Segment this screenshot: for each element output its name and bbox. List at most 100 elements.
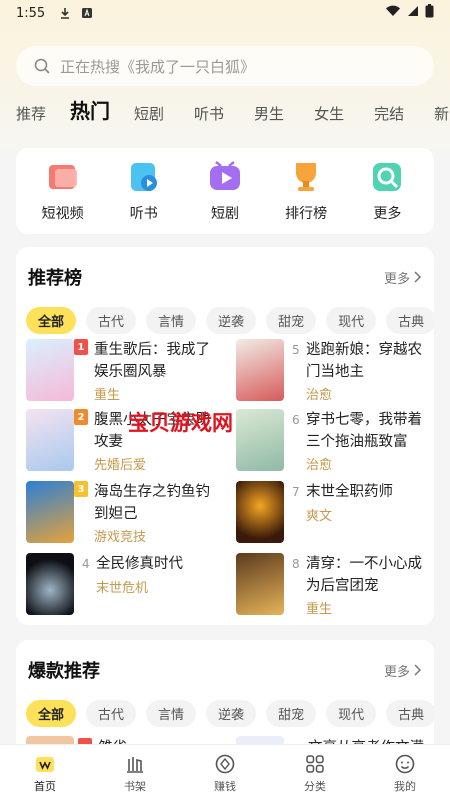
quick-ranking-label: 排行榜 xyxy=(285,206,328,222)
hot-more-button[interactable]: 更多 xyxy=(384,661,422,680)
chip-sweet[interactable]: 甜宠 xyxy=(266,307,317,334)
quick-audiobook-label: 听书 xyxy=(129,206,158,222)
chip-all[interactable]: 全部 xyxy=(26,700,77,727)
trophy-icon xyxy=(296,163,317,191)
nav-category-label: 分类 xyxy=(304,779,326,793)
book-tag: 先婚后爱 xyxy=(94,458,147,473)
signal-icon xyxy=(407,5,419,21)
rank-number: 5 xyxy=(292,343,300,357)
wifi-icon xyxy=(385,5,401,21)
short-drama-icon xyxy=(209,161,240,190)
book-title: 海岛生存之钓鱼钓到妲己 xyxy=(94,484,210,522)
hot-title: 爆款推荐 xyxy=(28,661,100,682)
book-item[interactable]: 4 全民修真时代 末世危机 xyxy=(26,553,226,617)
book-cover xyxy=(236,409,284,471)
ranking-filter-chips: 全部 古代 言情 逆袭 甜宠 现代 古典 xyxy=(16,307,434,334)
quick-short-video-label: 短视频 xyxy=(41,206,84,222)
quick-more[interactable]: 更多 xyxy=(352,159,422,223)
book-title: 全民修真时代 xyxy=(96,556,183,572)
book-tag: 重生 xyxy=(94,388,121,403)
chip-counterattack[interactable]: 逆袭 xyxy=(206,307,257,334)
chip-classic[interactable]: 古典 xyxy=(386,700,434,727)
category-icon xyxy=(303,752,327,776)
quick-short-drama[interactable]: 短剧 xyxy=(190,159,260,223)
nav-category[interactable]: 分类 xyxy=(285,752,345,794)
home-icon xyxy=(33,752,57,776)
chip-all[interactable]: 全部 xyxy=(26,307,77,334)
book-title: 穿书七零，我带着三个拖油瓶致富 xyxy=(306,412,422,450)
book-item[interactable]: 1 重生歌后：我成了娱乐圈风暴 重生 xyxy=(26,339,226,403)
bottom-navigation: 首页 书架 赚钱 分类 我的 xyxy=(0,744,450,800)
search-placeholder: 正在热搜《我成了一只白狐》 xyxy=(60,57,256,76)
book-cover xyxy=(26,339,74,401)
book-tag: 末世危机 xyxy=(96,581,149,596)
nav-home-label: 首页 xyxy=(34,779,56,793)
status-time: 1:55 xyxy=(16,5,46,21)
quick-links-card: 短视频 听书 短剧 排行榜 更多 xyxy=(16,148,434,234)
rank-badge: 2 xyxy=(74,409,88,425)
book-cover xyxy=(236,553,284,615)
book-title: 重生歌后：我成了娱乐圈风暴 xyxy=(94,342,210,380)
book-tag: 游戏竞技 xyxy=(94,530,147,545)
book-title: 清穿：一不小心成为后宫团宠 xyxy=(306,556,422,594)
chip-romance[interactable]: 言情 xyxy=(146,307,197,334)
profile-icon xyxy=(393,752,417,776)
nav-earn-label: 赚钱 xyxy=(214,779,236,793)
book-tag: 爽文 xyxy=(306,509,333,524)
book-tag: 治愈 xyxy=(306,458,333,473)
category-tabs: 推荐 热门 短剧 听书 男生 女生 完结 新 xyxy=(0,98,450,130)
download-icon xyxy=(59,7,71,19)
quick-more-label: 更多 xyxy=(373,206,402,222)
chip-counterattack[interactable]: 逆袭 xyxy=(206,700,257,727)
book-item[interactable]: 8 清穿：一不小心成为后宫团宠 重生 xyxy=(236,553,436,617)
book-cover xyxy=(26,481,74,543)
book-item[interactable]: 3 海岛生存之钓鱼钓到妲己 游戏竞技 xyxy=(26,481,226,545)
chip-ancient[interactable]: 古代 xyxy=(86,307,137,334)
search-icon xyxy=(34,58,50,74)
tab-short-drama[interactable]: 短剧 xyxy=(134,103,164,130)
watermark-text: 宝贝游戏网 xyxy=(128,411,233,435)
tab-female[interactable]: 女生 xyxy=(314,103,344,130)
nav-profile-label: 我的 xyxy=(394,779,416,793)
rank-badge: 3 xyxy=(74,481,88,497)
search-bar[interactable]: 正在热搜《我成了一只白狐》 xyxy=(16,46,434,86)
quick-audiobook[interactable]: 听书 xyxy=(109,159,179,223)
book-item[interactable]: 6 穿书七零，我带着三个拖油瓶致富 治愈 xyxy=(236,409,436,473)
ranking-more-label: 更多 xyxy=(383,271,410,287)
tab-recommend[interactable]: 推荐 xyxy=(16,103,46,130)
rank-number: 6 xyxy=(292,413,300,427)
hot-more-label: 更多 xyxy=(383,664,410,680)
quick-short-video[interactable]: 短视频 xyxy=(28,159,98,223)
battery-icon xyxy=(425,4,434,22)
chip-romance[interactable]: 言情 xyxy=(146,700,197,727)
chip-modern[interactable]: 现代 xyxy=(326,700,377,727)
chevron-right-icon xyxy=(414,271,422,283)
chip-sweet[interactable]: 甜宠 xyxy=(266,700,317,727)
tab-hot[interactable]: 热门 xyxy=(70,98,110,130)
nav-bookshelf[interactable]: 书架 xyxy=(105,752,165,794)
book-item[interactable]: 7 末世全职药师 爽文 xyxy=(236,481,436,545)
tab-new[interactable]: 新 xyxy=(434,103,449,130)
tab-audiobook[interactable]: 听书 xyxy=(194,103,224,130)
ranking-more-button[interactable]: 更多 xyxy=(384,268,422,287)
tab-completed[interactable]: 完结 xyxy=(374,103,404,130)
nav-profile[interactable]: 我的 xyxy=(375,752,435,794)
nav-earn[interactable]: 赚钱 xyxy=(195,752,255,794)
book-cover xyxy=(236,481,284,543)
chip-classic[interactable]: 古典 xyxy=(386,307,434,334)
earn-icon xyxy=(213,752,237,776)
nav-home[interactable]: 首页 xyxy=(15,752,75,794)
quick-ranking[interactable]: 排行榜 xyxy=(271,159,341,223)
more-icon xyxy=(373,163,402,191)
tab-male[interactable]: 男生 xyxy=(254,103,284,130)
rank-number: 7 xyxy=(292,485,300,499)
book-tag: 治愈 xyxy=(306,388,333,403)
book-title: 逃跑新娘：穿越农门当地主 xyxy=(306,342,422,380)
rank-number: 8 xyxy=(292,557,300,571)
book-item[interactable]: 5 逃跑新娘：穿越农门当地主 治愈 xyxy=(236,339,436,403)
chip-ancient[interactable]: 古代 xyxy=(86,700,137,727)
nav-bookshelf-label: 书架 xyxy=(124,779,146,793)
ranking-title: 推荐榜 xyxy=(28,268,82,289)
quick-short-drama-label: 短剧 xyxy=(210,206,239,222)
chip-modern[interactable]: 现代 xyxy=(326,307,377,334)
